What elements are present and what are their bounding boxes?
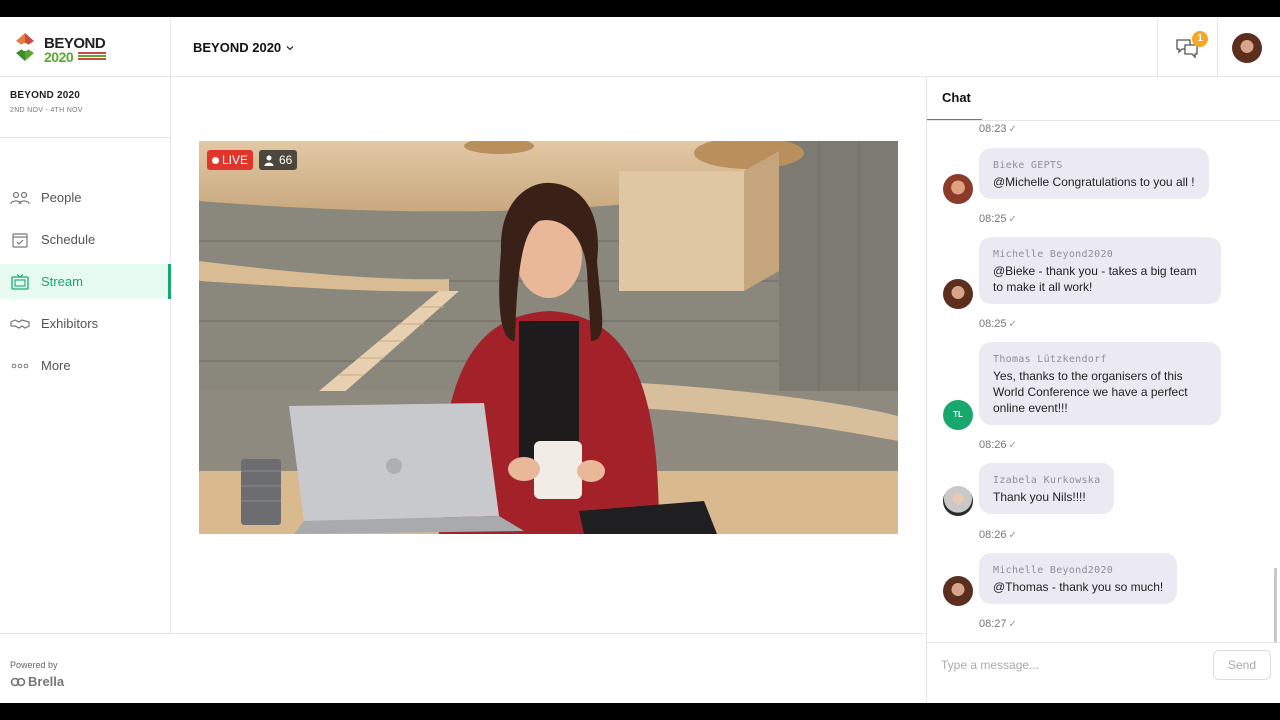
send-button[interactable]: Send	[1213, 650, 1271, 680]
chevron-down-icon	[286, 45, 294, 50]
live-stream-player[interactable]: LIVE 66	[199, 141, 898, 534]
message-sender: Michelle Beyond2020	[993, 249, 1114, 260]
sidebar-item-schedule[interactable]: Schedule	[0, 222, 171, 257]
people-icon	[10, 191, 30, 204]
tv-icon	[11, 273, 29, 290]
sidebar-item-label: Stream	[41, 274, 83, 289]
chat-message: Izabela Kurkowska Thank you Nils!!!!	[979, 463, 1115, 514]
notification-badge: 1	[1192, 31, 1208, 47]
message-time: 08:23 ✓	[979, 123, 1017, 135]
top-bar: BEYOND 2020 BEYOND 2020 1	[0, 17, 1280, 77]
message-text: Yes, thanks to the organisers of this Wo…	[993, 369, 1188, 415]
messages-button[interactable]: 1	[1157, 17, 1218, 77]
viewer-count-badge: 66	[259, 150, 298, 170]
live-badge: LIVE	[207, 150, 254, 170]
sidebar-item-exhibitors[interactable]: Exhibitors	[0, 306, 171, 341]
message-text: Thank you Nils!!!!	[993, 490, 1086, 504]
event-selector[interactable]: BEYOND 2020	[193, 40, 295, 55]
sidebar-item-more[interactable]: More	[0, 348, 171, 383]
message-sender: Thomas Lützkendorf	[993, 354, 1107, 365]
sidebar-item-stream[interactable]: Stream	[0, 264, 171, 299]
avatar[interactable]: TL	[943, 400, 973, 430]
calendar-icon	[12, 232, 28, 248]
brella-link-icon	[10, 677, 26, 686]
logo-tagline-mark	[78, 52, 106, 54]
avatar[interactable]	[943, 486, 973, 516]
powered-by-label: Powered by	[10, 660, 58, 670]
chat-message-list[interactable]: 08:23 ✓ Bieke GEPTS @Michelle Congratulat…	[927, 121, 1280, 642]
live-dot-icon	[212, 156, 219, 164]
chat-message: Michelle Beyond2020 @Thomas - thank you …	[979, 553, 1178, 604]
event-name: BEYOND 2020	[10, 90, 81, 101]
sidebar-item-label: People	[41, 190, 82, 205]
more-dots-icon	[11, 363, 29, 368]
message-time: 08:26 ✓	[979, 529, 1017, 541]
chat-panel: Chat 08:23 ✓ Bieke GEPTS @Michelle Congra…	[926, 77, 1280, 703]
user-avatar[interactable]	[1232, 33, 1262, 63]
avatar[interactable]	[943, 576, 973, 606]
avatar[interactable]	[943, 279, 973, 309]
sidebar-divider	[0, 137, 171, 138]
logo-year: 2020	[44, 49, 74, 65]
sidebar-item-label: More	[41, 358, 71, 373]
brella-logo[interactable]: Brella	[10, 674, 64, 689]
app-window: BEYOND 2020 BEYOND 2020 1 BEYOND 2020 2N…	[0, 17, 1280, 703]
chat-scrollbar[interactable]	[1274, 568, 1277, 642]
message-text: @Thomas - thank you so much!	[993, 580, 1164, 594]
message-time: 08:25 ✓	[979, 213, 1017, 225]
chat-message: Michelle Beyond2020 @Bieke - thank you -…	[979, 237, 1221, 304]
person-icon	[264, 155, 274, 166]
message-sender: Michelle Beyond2020	[993, 565, 1114, 576]
avatar[interactable]	[943, 174, 973, 204]
sidebar-item-people[interactable]: People	[0, 180, 171, 215]
logo[interactable]: BEYOND 2020	[0, 17, 171, 77]
chat-message: Thomas Lützkendorf Yes, thanks to the or…	[979, 342, 1221, 425]
beyond-logo-icon	[16, 33, 34, 61]
chat-composer: Send	[927, 642, 1280, 703]
event-selector-label: BEYOND 2020	[193, 40, 282, 55]
event-dates: 2ND NOV - 4TH NOV	[10, 107, 83, 114]
sidebar-item-label: Schedule	[41, 232, 96, 247]
message-sender: Izabela Kurkowska	[993, 475, 1101, 486]
sidebar: BEYOND 2020 2ND NOV - 4TH NOV People Sch…	[0, 77, 171, 633]
handshake-icon	[10, 318, 30, 329]
tab-chat[interactable]: Chat	[927, 77, 982, 121]
sidebar-item-label: Exhibitors	[41, 316, 99, 331]
message-time: 08:26 ✓	[979, 439, 1017, 451]
message-time: 08:25 ✓	[979, 318, 1017, 330]
message-sender: Bieke GEPTS	[993, 160, 1063, 171]
footer: Powered by Brella	[0, 633, 926, 703]
message-time: 08:27 ✓	[979, 618, 1017, 630]
message-text: @Michelle Congratulations to you all !	[993, 175, 1195, 189]
message-text: @Bieke - thank you - takes a big team to…	[993, 264, 1197, 294]
chat-message-input[interactable]	[941, 655, 1211, 675]
chat-message: Bieke GEPTS @Michelle Congratulations to…	[979, 148, 1209, 199]
live-label: LIVE	[222, 153, 249, 167]
viewer-count: 66	[279, 153, 293, 167]
brella-brand-text: Brella	[28, 674, 65, 689]
stream-video-frame	[199, 141, 898, 534]
